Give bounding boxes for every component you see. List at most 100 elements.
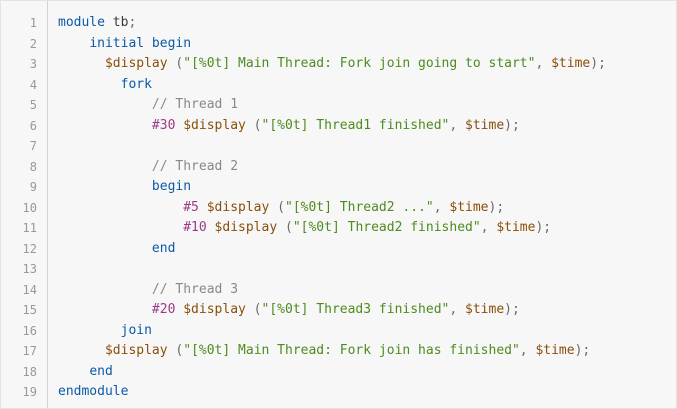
line-number: 12 bbox=[22, 241, 37, 256]
line-number: 15 bbox=[22, 303, 37, 317]
code-token: "[%0t] Thread2 ..." bbox=[285, 199, 434, 215]
code-token: $display bbox=[104, 56, 168, 71]
code-token: initial begin bbox=[89, 35, 192, 51]
line-number: 4 bbox=[29, 77, 37, 92]
code-token: #5 bbox=[183, 199, 199, 215]
code-text: join bbox=[58, 321, 152, 342]
code-token: // Thread 2 bbox=[151, 158, 239, 174]
code-token: endmodule bbox=[58, 384, 129, 399]
line-number: 16 bbox=[22, 323, 37, 338]
code-line: 10 #5 $display ("[%0t] Thread2 ...", $ti… bbox=[1, 198, 676, 219]
code-token: ); bbox=[488, 199, 505, 215]
code-token: end bbox=[89, 363, 113, 379]
code-token: ( bbox=[245, 117, 262, 133]
line-number: 13 bbox=[22, 262, 37, 276]
code-token: #30 bbox=[151, 117, 176, 133]
code-token: $time bbox=[535, 343, 575, 358]
code-token: "[%0t] Thread3 finished" bbox=[261, 302, 450, 317]
code-token: ); bbox=[574, 343, 591, 358]
code-line: 8 // Thread 2 bbox=[1, 157, 676, 178]
code-token: module bbox=[58, 15, 105, 30]
line-number: 9 bbox=[29, 180, 37, 194]
code-text: // Thread 1 bbox=[58, 95, 238, 116]
code-token: "[%0t] Main Thread: Fork join going to s… bbox=[183, 56, 536, 71]
code-line: 18 end bbox=[1, 362, 676, 383]
code-token: ; bbox=[128, 15, 137, 30]
code-text: #10 $display ("[%0t] Thread2 finished", … bbox=[58, 218, 551, 239]
code-token: $time bbox=[449, 199, 489, 215]
code-token: ( bbox=[167, 56, 184, 71]
code-token: ( bbox=[245, 302, 262, 317]
code-token: end bbox=[151, 240, 176, 256]
code-token: $time bbox=[465, 117, 505, 133]
line-number: 11 bbox=[22, 221, 37, 235]
code-line: 5 // Thread 1 bbox=[1, 95, 676, 116]
code-token: "[%0t] Thread1 finished" bbox=[261, 117, 450, 133]
code-text: endmodule bbox=[58, 382, 128, 403]
code-line: 9 begin bbox=[1, 177, 676, 198]
code-line: 11 #10 $display ("[%0t] Thread2 finished… bbox=[1, 218, 676, 239]
code-text: #30 $display ("[%0t] Thread1 finished", … bbox=[58, 116, 520, 137]
code-token: $display bbox=[104, 343, 168, 358]
line-number: 14 bbox=[22, 282, 37, 297]
code-token: $display bbox=[183, 117, 246, 133]
code-token: $display bbox=[183, 302, 246, 317]
code-line: 12 end bbox=[1, 239, 676, 260]
line-number: 7 bbox=[29, 139, 37, 153]
code-token: fork bbox=[120, 76, 152, 92]
code-line: 16 join bbox=[1, 321, 676, 342]
code-lines: 1 module tb; 2 initial begin 3 $display ("[… bbox=[1, 13, 676, 403]
code-line: 4 fork bbox=[1, 75, 676, 96]
code-token: , bbox=[535, 56, 552, 71]
code-line: 3 $display ("[%0t] Main Thread: Fork joi… bbox=[1, 54, 676, 75]
code-line: 19 endmodule bbox=[1, 382, 676, 403]
code-token: $time bbox=[496, 220, 536, 235]
code-token: "[%0t] Main Thread: Fork join has finish… bbox=[183, 343, 520, 358]
code-token: $display bbox=[214, 220, 278, 235]
code-token: , bbox=[519, 343, 536, 358]
code-token: tb bbox=[104, 15, 129, 30]
code-token: , bbox=[433, 199, 450, 215]
code-text: // Thread 2 bbox=[58, 157, 238, 178]
code-token: ( bbox=[269, 199, 285, 215]
code-text: // Thread 3 bbox=[58, 280, 238, 301]
code-text: $display ("[%0t] Main Thread: Fork join … bbox=[58, 341, 590, 362]
code-token: ( bbox=[167, 343, 184, 358]
code-text: #5 $display ("[%0t] Thread2 ...", $time)… bbox=[58, 198, 504, 219]
line-number: 18 bbox=[22, 364, 37, 379]
line-number: 2 bbox=[29, 36, 37, 51]
code-token: $time bbox=[465, 302, 505, 317]
code-line: 2 initial begin bbox=[1, 34, 676, 55]
code-text: module tb; bbox=[58, 13, 136, 34]
code-token: #10 bbox=[183, 220, 207, 235]
code-block: 1 module tb; 2 initial begin 3 $display ("[… bbox=[0, 0, 677, 409]
code-token: ); bbox=[535, 220, 552, 235]
code-token: $display bbox=[206, 199, 270, 215]
code-token: , bbox=[449, 302, 466, 317]
line-number: 1 bbox=[29, 16, 37, 30]
code-token: $time bbox=[551, 56, 591, 71]
code-text: end bbox=[58, 239, 175, 260]
code-line: 13 bbox=[1, 259, 676, 280]
code-token: ); bbox=[504, 117, 520, 133]
code-text: fork bbox=[58, 75, 152, 96]
line-number: 3 bbox=[29, 57, 37, 71]
code-token: ); bbox=[504, 302, 520, 317]
code-token: ( bbox=[277, 220, 293, 235]
line-number: 19 bbox=[22, 385, 37, 399]
